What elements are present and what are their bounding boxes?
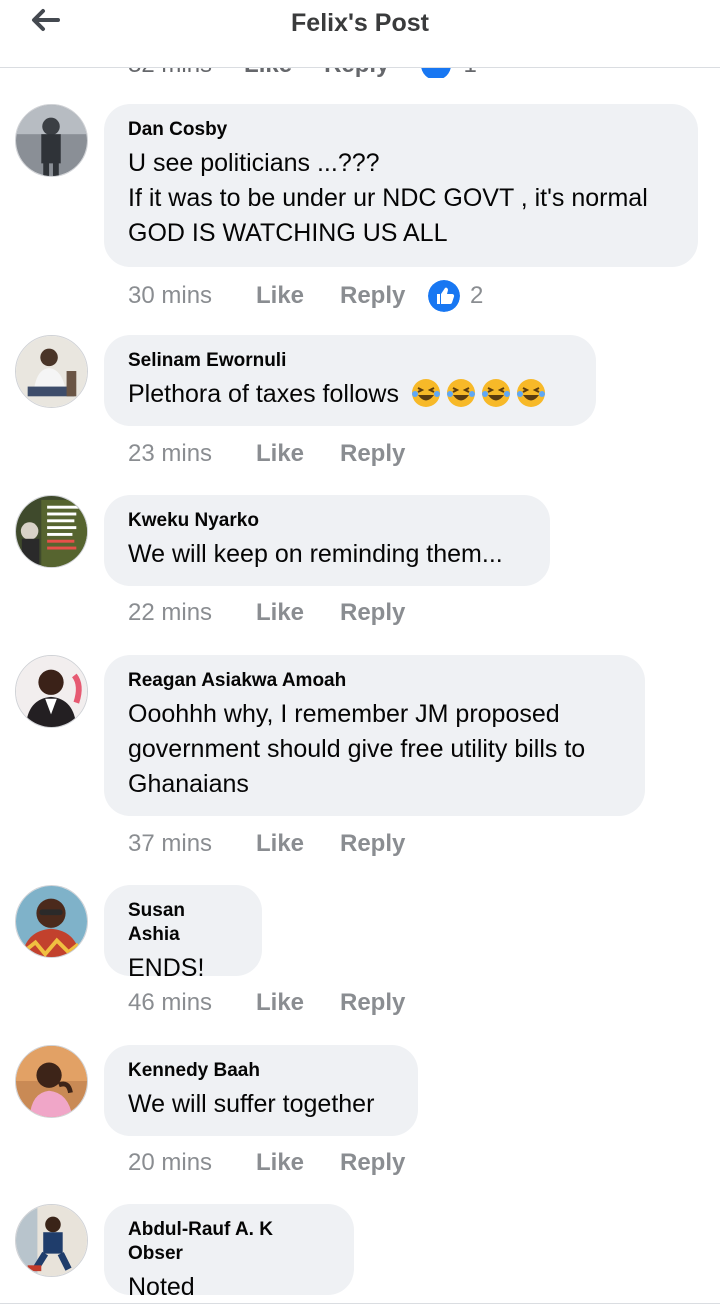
avatar[interactable] — [15, 885, 88, 958]
comment-time: 22 mins — [128, 599, 213, 626]
avatar[interactable] — [15, 1204, 88, 1277]
avatar[interactable] — [15, 104, 88, 177]
comment-text-line: We will keep on reminding them... — [128, 540, 503, 568]
comment-text-line: Noted — [128, 1273, 195, 1301]
laughing-emoji-icon — [411, 379, 440, 407]
comment-time: 20 mins — [128, 1149, 213, 1176]
reply-button[interactable]: Reply — [340, 830, 428, 858]
comment-author[interactable]: Abdul-Rauf A. K Obser — [128, 1218, 330, 1266]
comment-author[interactable]: Kennedy Baah — [128, 1059, 394, 1083]
like-button[interactable]: Like — [256, 440, 340, 468]
comment-author[interactable]: Dan Cosby — [128, 118, 674, 142]
reply-button[interactable]: Reply — [340, 989, 428, 1017]
comment-author[interactable]: Selinam Ewornuli — [128, 349, 572, 373]
reply-button[interactable]: Reply — [340, 1149, 428, 1177]
comment-text-line: Ooohhh why, I remember JM proposed — [128, 700, 560, 728]
comment-meta: 23 mins Like Reply — [128, 440, 428, 468]
comment-bubble: Abdul-Rauf A. K Obser Noted — [104, 1204, 354, 1301]
comment-text-line: GOD IS WATCHING US ALL — [128, 219, 448, 247]
comment-time: 23 mins — [128, 440, 213, 467]
comment-meta: 46 mins Like Reply — [128, 989, 428, 1017]
comment-text-line: We will suffer together — [128, 1090, 375, 1118]
comment-bubble: Kennedy Baah We will suffer together — [104, 1045, 418, 1136]
thumbs-up-icon — [428, 280, 460, 312]
comment-bubble: Kweku Nyarko We will keep on reminding t… — [104, 495, 550, 586]
like-button[interactable]: Like — [256, 599, 340, 627]
comment-bubble: Reagan Asiakwa Amoah Ooohhh why, I remem… — [104, 655, 645, 816]
comment-text-line: Plethora of taxes follows — [128, 380, 399, 408]
comment-author[interactable]: Reagan Asiakwa Amoah — [128, 669, 621, 693]
like-button[interactable]: Like — [256, 830, 340, 858]
comment-meta: 37 mins Like Reply — [128, 830, 428, 858]
comment-bubble: Selinam Ewornuli Plethora of taxes follo… — [104, 335, 596, 426]
reaction-count: 2 — [470, 282, 484, 309]
laughing-emoji-icon — [446, 379, 475, 407]
comment-author[interactable]: Susan Ashia — [128, 899, 238, 947]
reply-button[interactable]: Reply — [340, 440, 428, 468]
comment-meta: 22 mins Like Reply — [128, 599, 428, 627]
avatar[interactable] — [15, 1045, 88, 1118]
like-button[interactable]: Like — [256, 1149, 340, 1177]
laughing-emoji-icon — [516, 379, 545, 407]
avatar[interactable] — [15, 335, 88, 408]
comment-time: 46 mins — [128, 989, 213, 1016]
comment-text-line: ENDS! — [128, 954, 205, 982]
comment-text-line: government should give free utility bill… — [128, 735, 586, 763]
comment-meta: 20 mins Like Reply — [128, 1149, 428, 1177]
avatar[interactable] — [15, 655, 88, 728]
comment-time: 37 mins — [128, 830, 213, 857]
page-title: Felix's Post — [291, 9, 429, 37]
comment-text: Plethora of taxes follows — [128, 377, 572, 412]
avatar[interactable] — [15, 495, 88, 568]
comment-bubble: Susan Ashia ENDS! — [104, 885, 262, 982]
laughing-emoji-icon — [481, 379, 510, 407]
like-button[interactable]: Like — [256, 989, 340, 1017]
laughing-emoji-group — [406, 379, 546, 408]
comment-text-line: U see politicians ...??? — [128, 149, 380, 177]
comment-author[interactable]: Kweku Nyarko — [128, 509, 526, 533]
reply-button[interactable]: Reply — [340, 282, 428, 310]
top-bar: Felix's Post — [0, 0, 720, 68]
comment-meta: 30 mins Like Reply 2 — [128, 280, 483, 312]
comment-time: 30 mins — [128, 282, 213, 309]
comment-text-line: Ghanaians — [128, 770, 249, 798]
comment-text-line: If it was to be under ur NDC GOVT , it's… — [128, 184, 648, 212]
like-button[interactable]: Like — [256, 282, 340, 310]
divider — [0, 1303, 720, 1304]
comment-bubble: Dan Cosby U see politicians ...??? If it… — [104, 104, 698, 267]
reaction-summary[interactable]: 2 — [428, 280, 483, 312]
reply-button[interactable]: Reply — [340, 599, 428, 627]
